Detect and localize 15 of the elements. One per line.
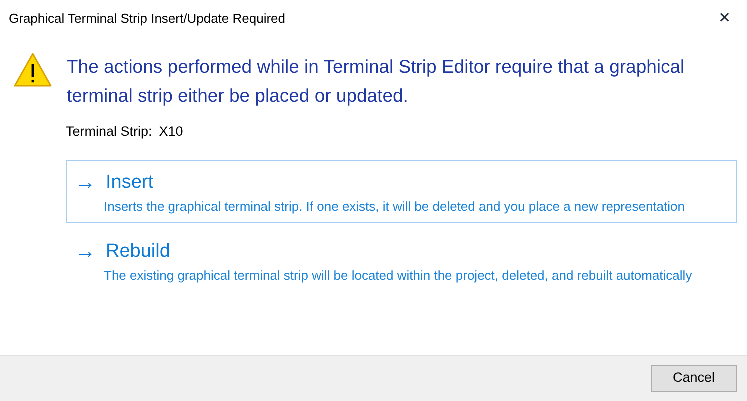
arrow-icon: → bbox=[75, 171, 96, 196]
terminal-strip-value: X10 bbox=[159, 123, 184, 141]
option-title: Insert bbox=[106, 171, 154, 196]
cancel-button[interactable]: Cancel bbox=[651, 365, 737, 392]
warning-icon bbox=[13, 52, 53, 88]
option-description: The existing graphical terminal strip will be located within the project, deleted, and rebuilt automatically bbox=[103, 267, 694, 286]
terminal-strip-label: Terminal Strip: bbox=[66, 123, 152, 141]
command-link[interactable]: → Insert Inserts the graphical terminal strip. If one exists, it will be deleted and you place a new representation bbox=[66, 160, 737, 224]
main-instruction: The actions performed while in Terminal Strip Editor require that a graphical terminal strip either be placed or updated. bbox=[67, 55, 686, 108]
option-title: Rebuild bbox=[106, 240, 170, 264]
window-title: Graphical Terminal Strip Insert/Update Required bbox=[9, 10, 286, 28]
close-button[interactable]: ✕ bbox=[707, 4, 743, 34]
arrow-icon: → bbox=[75, 240, 96, 264]
command-link[interactable]: → Rebuild The existing graphical terminal strip will be located within the project, deleted, and rebuilt automatically bbox=[66, 229, 737, 292]
option-description: Inserts the graphical terminal strip. If one exists, it will be deleted and you place a new representation bbox=[103, 198, 686, 216]
